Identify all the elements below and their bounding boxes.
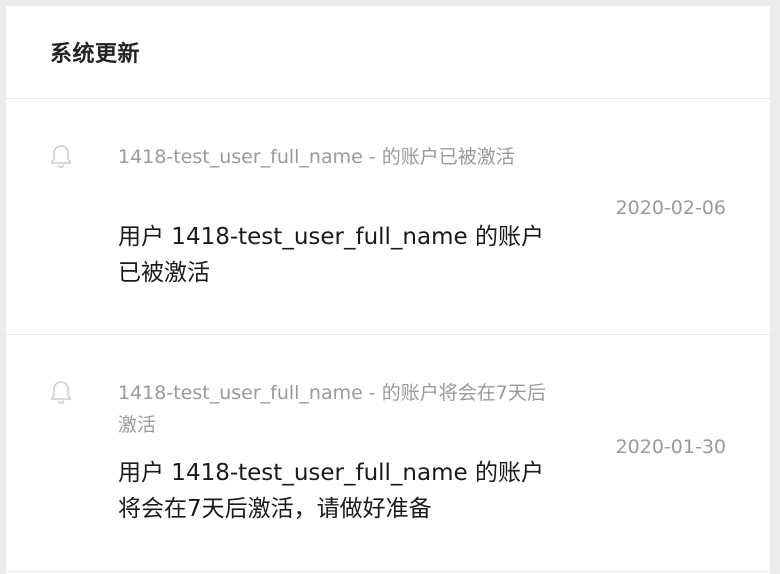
- notification-subtitle: 1418-test_user_full_name - 的账户已被激活: [118, 146, 515, 168]
- notification-subtitle: 1418-test_user_full_name - 的账户将会在7天后激活: [118, 382, 546, 436]
- notification-item[interactable]: 1418-test_user_full_name - 的账户已被激活 用户 14…: [6, 99, 770, 335]
- bell-icon: [50, 145, 72, 168]
- notification-item[interactable]: 1418-test_user_full_name - 的账户将会在7天后激活 用…: [6, 335, 770, 572]
- notification-date: 2020-01-30: [615, 436, 726, 458]
- page-title: 系统更新: [50, 42, 141, 67]
- system-updates-panel: 系统更新 1418-test_user_full_name - 的账户已被激活 …: [6, 6, 770, 574]
- notification-date: 2020-02-06: [615, 197, 726, 219]
- notification-message: 用户 1418-test_user_full_name 的账户已被激活: [118, 224, 544, 286]
- notification-message: 用户 1418-test_user_full_name 的账户将会在7天后激活，…: [118, 460, 544, 522]
- panel-header: 系统更新: [6, 6, 770, 99]
- bell-icon: [50, 381, 72, 404]
